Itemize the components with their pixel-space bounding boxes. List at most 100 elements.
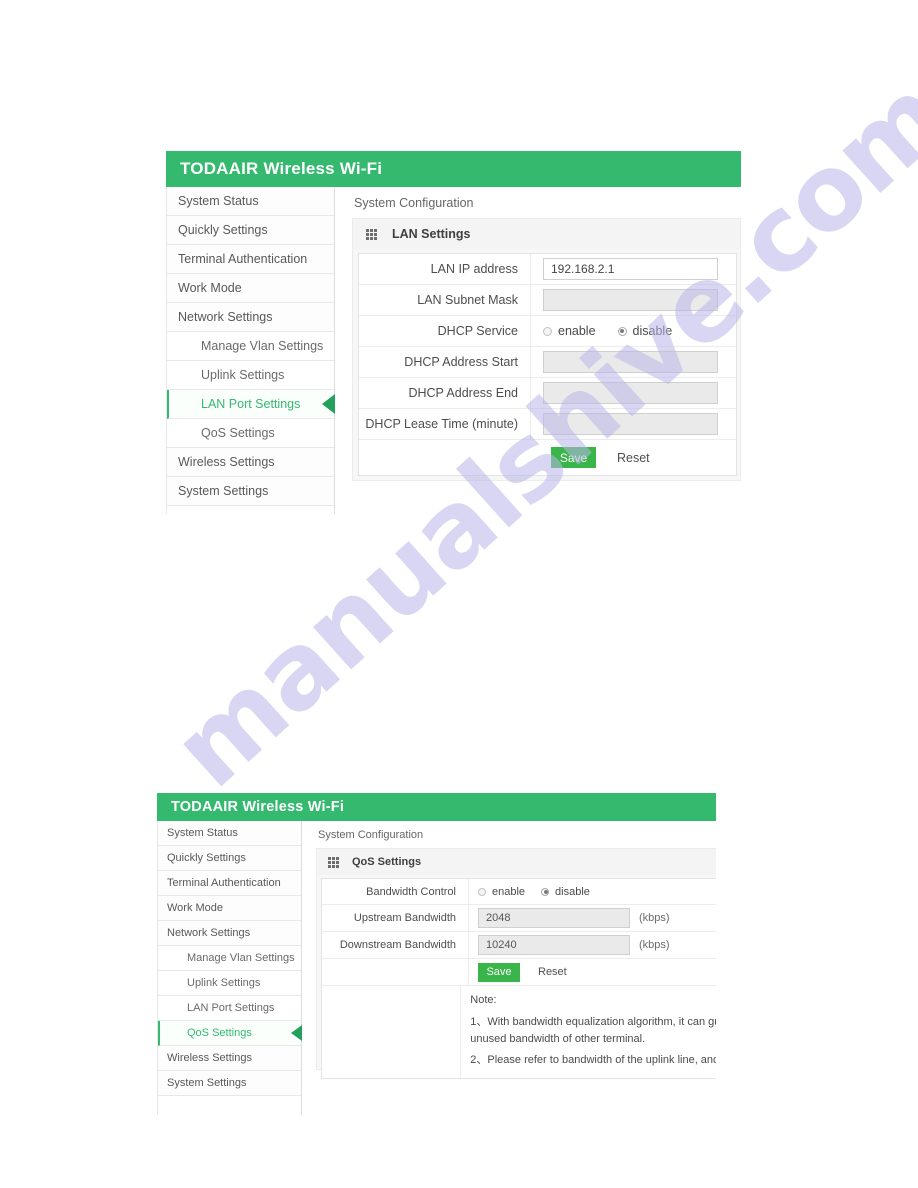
downstream-bandwidth-input[interactable]: 10240 xyxy=(478,935,630,955)
dhcp-address-end-input[interactable] xyxy=(543,382,718,404)
sidebar-tail xyxy=(167,506,334,530)
sidebar-item-wireless-settings[interactable]: Wireless Settings xyxy=(167,448,334,477)
sidebar-item-label: System Settings xyxy=(178,484,269,498)
sidebar-item-terminal-authentication[interactable]: Terminal Authentication xyxy=(167,245,334,274)
sidebar-item-label: Manage Vlan Settings xyxy=(201,339,324,353)
lan-settings-heading: LAN Settings xyxy=(392,227,471,241)
dhcp-lease-time-input[interactable] xyxy=(543,413,718,435)
sidebar-item-label: Quickly Settings xyxy=(167,852,246,864)
sidebar-item-manage-vlan-settings[interactable]: Manage Vlan Settings xyxy=(167,332,334,361)
sidebar-item-manage-vlan-settings[interactable]: Manage Vlan Settings xyxy=(158,946,301,971)
dhcp-enable-radio-group[interactable]: enable xyxy=(543,324,618,338)
sidebar-item-uplink-settings[interactable]: Uplink Settings xyxy=(167,361,334,390)
sidebar-item-label: System Settings xyxy=(167,1077,247,1089)
form-row-lan-ip: LAN IP address 192.168.2.1 xyxy=(359,254,736,285)
sidebar-item-label: System Status xyxy=(178,194,259,208)
sidebar-item-network-settings[interactable]: Network Settings xyxy=(158,921,301,946)
sidebar-item-qos-settings[interactable]: QoS Settings xyxy=(167,419,334,448)
bandwidth-enable-radio-group[interactable]: enable xyxy=(478,886,541,898)
lan-subnet-mask-input[interactable] xyxy=(543,289,718,311)
sidebar-item-label: System Status xyxy=(167,827,238,839)
field-value-wrap: 10240 (kbps) xyxy=(469,935,716,955)
note-line-1a: 1、With bandwidth equalization algorithm,… xyxy=(470,1016,716,1028)
form-row-bandwidth-control: Bandwidth Control enable disable xyxy=(322,879,716,905)
sidebar-item-quickly-settings[interactable]: Quickly Settings xyxy=(167,216,334,245)
sidebar-item-lan-port-settings[interactable]: LAN Port Settings xyxy=(158,996,301,1021)
reset-button[interactable]: Reset xyxy=(617,451,650,465)
note-spacer xyxy=(322,986,462,1078)
save-button[interactable]: Save xyxy=(478,962,520,982)
field-value-wrap: enable disable xyxy=(469,886,716,898)
qos-note: Note: 1、With bandwidth equalization algo… xyxy=(461,986,716,1078)
dhcp-address-start-input[interactable] xyxy=(543,351,718,373)
dhcp-disable-radio-group[interactable]: disable xyxy=(617,324,695,338)
sidebar-item-label: LAN Port Settings xyxy=(201,397,301,411)
form-row-downstream-bandwidth: Downstream Bandwidth 10240 (kbps) xyxy=(322,932,716,959)
sidebar-item-work-mode[interactable]: Work Mode xyxy=(167,274,334,303)
field-label: DHCP Lease Time (minute) xyxy=(359,409,531,439)
app-title-1: TODAAIR Wireless Wi-Fi xyxy=(180,159,383,178)
lan-ip-address-input[interactable]: 192.168.2.1 xyxy=(543,258,718,280)
sidebar-item-label: Work Mode xyxy=(178,281,242,295)
sidebar-item-system-status[interactable]: System Status xyxy=(158,821,301,846)
dhcp-disable-radio[interactable] xyxy=(617,326,627,336)
upstream-bandwidth-unit: (kbps) xyxy=(639,912,670,924)
breadcrumb-label: System Configuration xyxy=(318,828,424,841)
field-label: DHCP Address Start xyxy=(359,347,531,377)
sidebar-item-label: Terminal Authentication xyxy=(178,252,308,266)
grid-icon xyxy=(366,228,377,240)
sidebar-item-label: Terminal Authentication xyxy=(167,877,281,889)
field-label: LAN IP address xyxy=(359,254,531,284)
lan-settings-form: LAN IP address 192.168.2.1 LAN Subnet Ma… xyxy=(358,253,737,476)
lan-settings-card: LAN Settings LAN IP address 192.168.2.1 … xyxy=(352,218,741,481)
actions-spacer xyxy=(322,959,469,985)
sidebar-item-qos-settings[interactable]: QoS Settings xyxy=(158,1021,302,1046)
field-value-wrap xyxy=(531,289,736,311)
form-row-upstream-bandwidth: Upstream Bandwidth 2048 (kbps) xyxy=(322,905,716,932)
upstream-bandwidth-input[interactable]: 2048 xyxy=(478,908,630,928)
note-title: Note: xyxy=(470,994,497,1006)
sidebar-item-terminal-authentication[interactable]: Terminal Authentication xyxy=(158,871,301,896)
sidebar-tail xyxy=(158,1096,301,1124)
sidebar-item-label: QoS Settings xyxy=(187,1027,252,1039)
app-title-2: TODAAIR Wireless Wi-Fi xyxy=(171,799,345,815)
sidebar-item-quickly-settings[interactable]: Quickly Settings xyxy=(158,846,301,871)
dhcp-enable-radio[interactable] xyxy=(543,326,552,336)
field-label: DHCP Address End xyxy=(359,378,531,408)
bandwidth-disable-label: disable xyxy=(555,885,590,898)
bandwidth-enable-radio[interactable] xyxy=(478,887,486,896)
form-row-note: Note: 1、With bandwidth equalization algo… xyxy=(322,986,716,1078)
bandwidth-disable-radio-group[interactable]: disable xyxy=(541,886,612,898)
field-value-wrap xyxy=(531,351,736,373)
sidebar-item-system-settings[interactable]: System Settings xyxy=(158,1071,301,1096)
sidebar-item-system-settings[interactable]: System Settings xyxy=(167,477,334,506)
form-row-actions: Save Reset xyxy=(322,959,716,986)
app-titlebar-1: TODAAIR Wireless Wi-Fi xyxy=(166,151,741,187)
sidebar-item-system-status[interactable]: System Status xyxy=(167,187,334,216)
downstream-bandwidth-unit: (kbps) xyxy=(639,939,670,951)
lan-settings-card-header: LAN Settings xyxy=(353,219,740,249)
sidebar-item-label: Uplink Settings xyxy=(201,368,285,382)
sidebar-2: System Status Quickly Settings Terminal … xyxy=(157,821,302,1124)
sidebar-item-label: Uplink Settings xyxy=(187,977,261,989)
sidebar-item-label: Network Settings xyxy=(167,927,251,939)
save-button[interactable]: Save xyxy=(551,447,596,468)
active-pointer-icon xyxy=(322,394,335,414)
sidebar-item-uplink-settings[interactable]: Uplink Settings xyxy=(158,971,301,996)
sidebar-item-wireless-settings[interactable]: Wireless Settings xyxy=(158,1046,301,1071)
note-line-2: 2、Please refer to bandwidth of the uplin… xyxy=(470,1054,716,1066)
note-line-1b: unused bandwidth of other terminal. xyxy=(470,1033,646,1045)
form-row-dhcp-lease: DHCP Lease Time (minute) xyxy=(359,409,736,440)
sidebar-item-work-mode[interactable]: Work Mode xyxy=(158,896,301,921)
form-row-dhcp-start: DHCP Address Start xyxy=(359,347,736,378)
bandwidth-enable-label: enable xyxy=(492,885,526,898)
sidebar-item-network-settings[interactable]: Network Settings xyxy=(167,303,334,332)
screenshot-panel-lan: TODAAIR Wireless Wi-Fi System Status Qui… xyxy=(166,151,741,530)
qos-settings-card: QoS Settings Bandwidth Control enable di… xyxy=(316,848,716,1079)
sidebar-item-lan-port-settings[interactable]: LAN Port Settings xyxy=(167,390,335,419)
bandwidth-disable-radio[interactable] xyxy=(541,887,550,896)
field-label: Bandwidth Control xyxy=(322,879,469,904)
reset-button[interactable]: Reset xyxy=(538,966,567,978)
dhcp-disable-label: disable xyxy=(632,324,673,338)
dhcp-enable-label: enable xyxy=(558,324,596,338)
